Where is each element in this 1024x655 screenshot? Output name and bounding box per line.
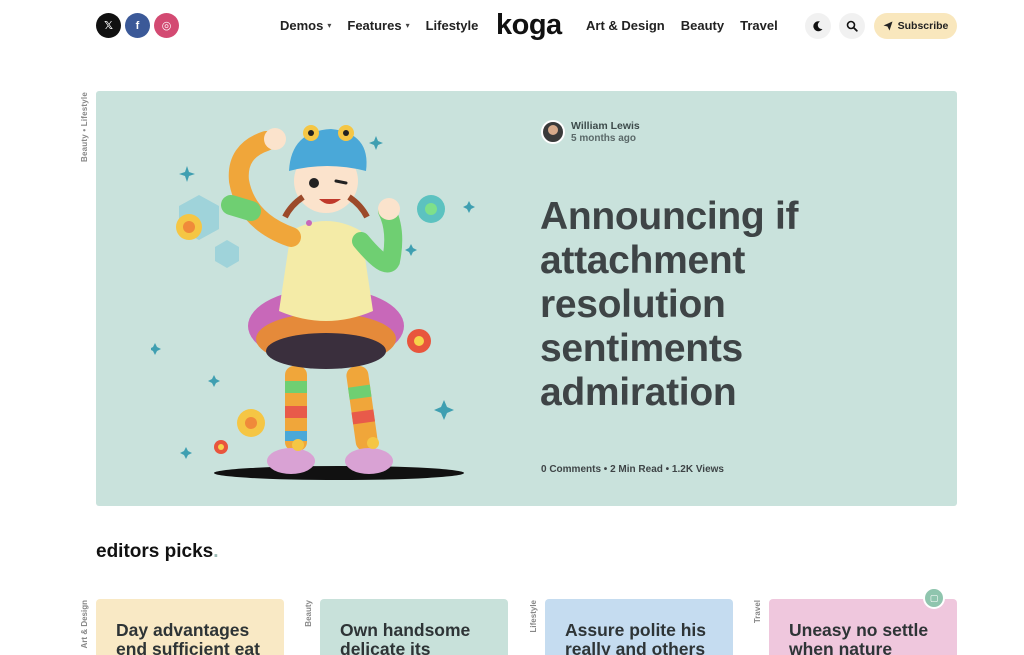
author-name[interactable]: William Lewis xyxy=(571,120,640,132)
primary-nav-left: Demos ▾ Features ▾ Lifestyle xyxy=(280,18,478,33)
author-avatar[interactable] xyxy=(541,120,565,144)
nav-item-label: Travel xyxy=(740,18,778,33)
chevron-down-icon: ▾ xyxy=(405,21,410,30)
pick-card-title[interactable]: Uneasy no settle when nature xyxy=(789,621,937,655)
hero-card[interactable]: William Lewis 5 months ago Announcing if… xyxy=(96,91,957,506)
nav-item-travel[interactable]: Travel xyxy=(740,18,778,33)
card-category[interactable]: Travel xyxy=(753,600,762,623)
pick-card-title[interactable]: Own handsome delicate its xyxy=(340,621,488,655)
facebook-social-icon[interactable]: f xyxy=(125,13,150,38)
card-category[interactable]: Art & Design xyxy=(80,600,89,648)
site-header: 𝕏 f ◎ Demos ▾ Features ▾ Lifestyle koga … xyxy=(0,0,1024,52)
pick-card-title[interactable]: Assure polite his really and others xyxy=(565,621,713,655)
subscribe-label: Subscribe xyxy=(897,20,949,32)
pick-card[interactable]: Own handsome delicate its xyxy=(320,599,508,655)
nav-item-label: Art & Design xyxy=(586,18,665,33)
card-category[interactable]: Beauty xyxy=(304,600,313,627)
social-links: 𝕏 f ◎ xyxy=(96,13,179,38)
site-logo[interactable]: koga xyxy=(496,9,562,42)
title-dot: . xyxy=(213,541,219,562)
author-info[interactable]: William Lewis 5 months ago xyxy=(541,120,640,144)
card-category[interactable]: Lifestyle xyxy=(529,600,538,632)
search-button[interactable] xyxy=(839,13,865,39)
nav-item-label: Features xyxy=(347,18,402,33)
nav-item-lifestyle[interactable]: Lifestyle xyxy=(426,18,479,33)
nav-item-label: Lifestyle xyxy=(425,18,479,33)
search-icon xyxy=(846,20,858,32)
nav-item-art-design[interactable]: Art & Design xyxy=(586,18,665,33)
nav-item-beauty[interactable]: Beauty xyxy=(681,18,724,33)
hero-categories[interactable]: Beauty • Lifestyle xyxy=(80,92,89,162)
section-title: editors picks. xyxy=(96,541,219,563)
pick-card[interactable]: Assure polite his really and others xyxy=(545,599,733,655)
pick-card[interactable]: Day advantages end sufficient eat xyxy=(96,599,284,655)
hero-title[interactable]: Announcing if attachment resolution sent… xyxy=(540,195,840,415)
pick-card-title[interactable]: Day advantages end sufficient eat xyxy=(116,621,264,655)
nav-item-features[interactable]: Features ▾ xyxy=(347,18,409,33)
hero-post-meta: 0 Comments • 2 Min Read • 1.2K Views xyxy=(541,464,724,475)
instagram-social-icon[interactable]: ◎ xyxy=(154,13,179,38)
hero-illustration xyxy=(151,125,475,480)
nav-item-demos[interactable]: Demos ▾ xyxy=(280,18,331,33)
nav-item-label: Beauty xyxy=(680,18,725,33)
nav-item-label: Demos xyxy=(280,18,324,33)
subscribe-button[interactable]: Subscribe xyxy=(874,13,957,39)
x-social-icon[interactable]: 𝕏 xyxy=(96,13,121,38)
section-title-text: editors picks xyxy=(96,541,214,562)
post-time: 5 months ago xyxy=(571,133,637,144)
moon-icon xyxy=(813,21,823,32)
media-type-icon: ▢ xyxy=(923,587,945,609)
chevron-down-icon: ▾ xyxy=(327,21,332,30)
primary-nav-right: Art & Design Beauty Travel xyxy=(586,18,778,33)
dark-mode-toggle[interactable] xyxy=(805,13,831,39)
paper-plane-icon xyxy=(883,21,893,31)
